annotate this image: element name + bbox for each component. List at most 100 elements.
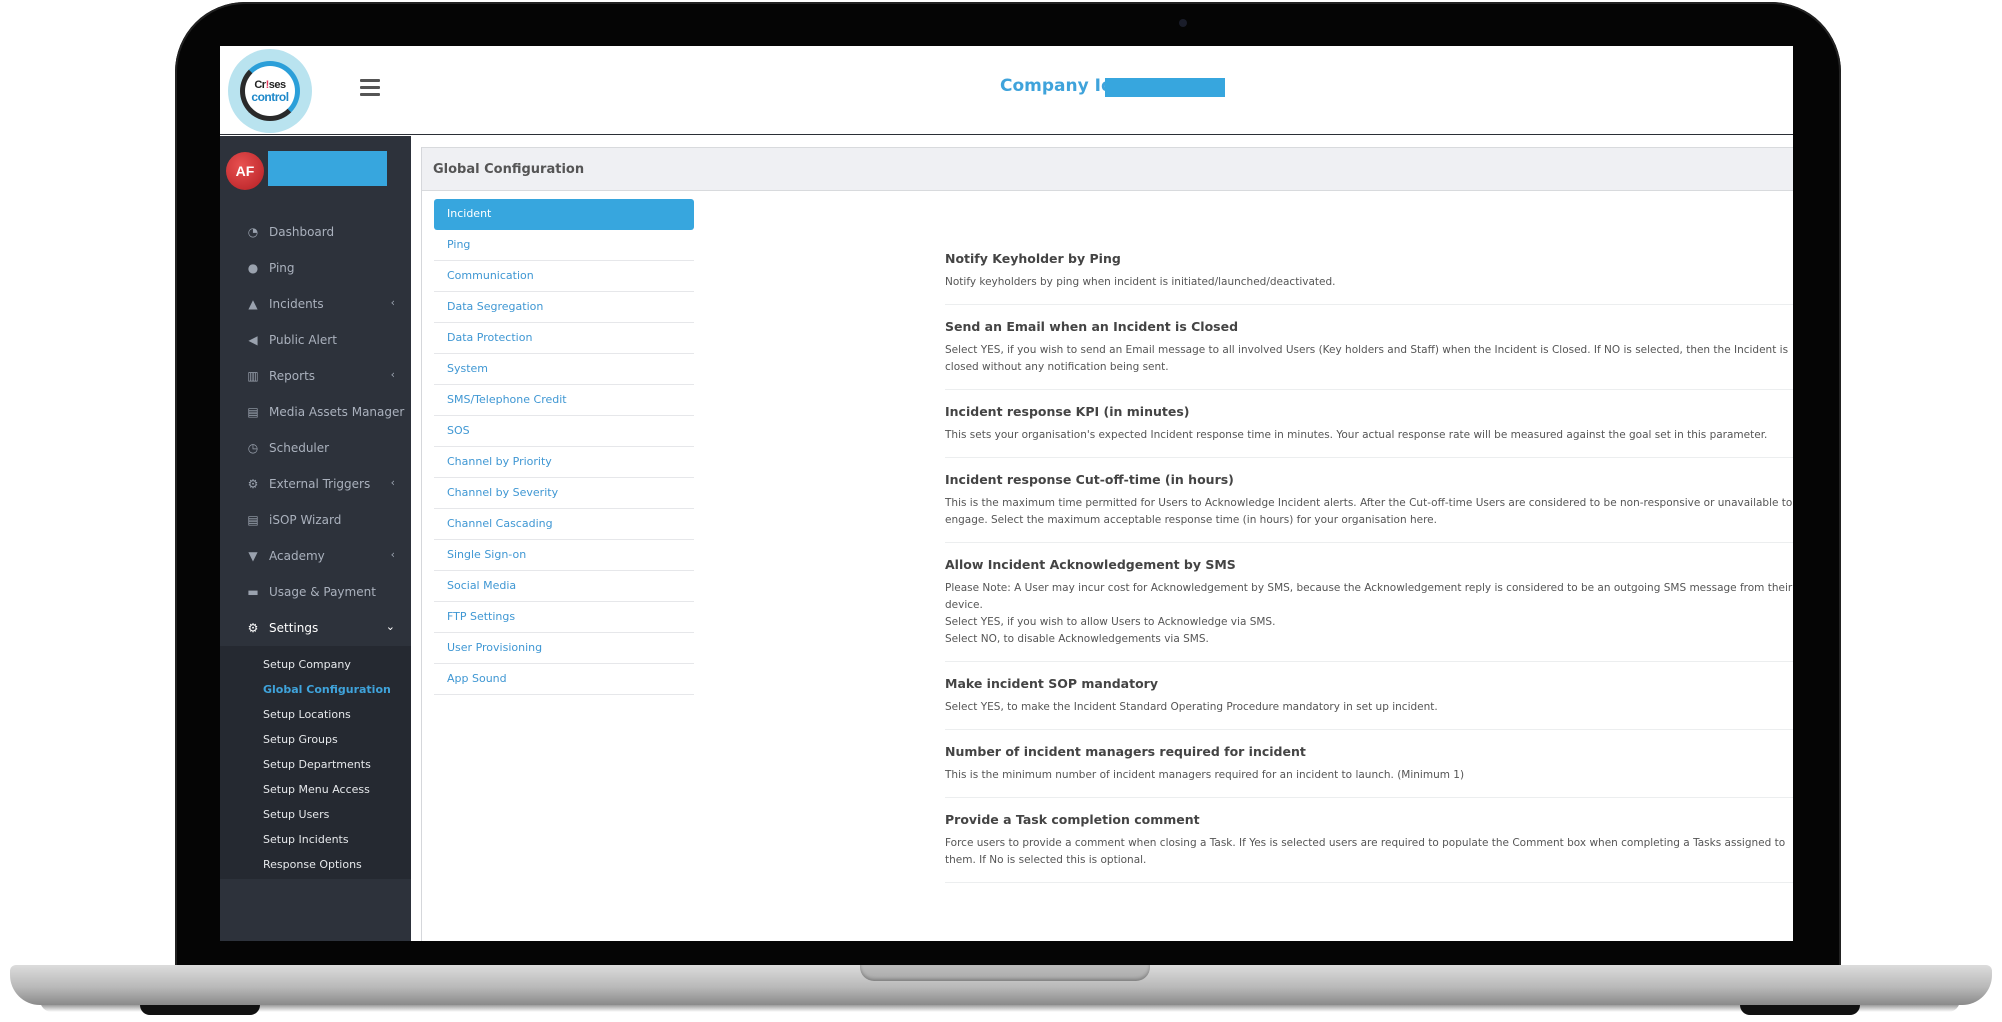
submenu-item-setup-groups[interactable]: Setup Groups <box>220 727 411 752</box>
sidebar-item-label: Ping <box>269 261 295 275</box>
sidebar-item-reports[interactable]: ▥ Reports ‹ <box>220 358 411 394</box>
sidebar-item-usage-payment[interactable]: ▬ Usage & Payment <box>220 574 411 610</box>
sidebar-item-ping[interactable]: ● Ping <box>220 250 411 286</box>
config-category-menu: Incident Ping Communication Data Segregatio… <box>434 199 694 695</box>
sidebar-item-incidents[interactable]: ▲ Incidents ‹ <box>220 286 411 322</box>
setting-description-line: This is the maximum time permitted for U… <box>945 497 1793 526</box>
sidebar-item-label: Settings <box>269 621 319 635</box>
company-id-value-redacted <box>1105 78 1225 97</box>
config-tab-app-sound[interactable]: App Sound <box>434 664 694 695</box>
user-avatar[interactable]: AF <box>226 152 264 190</box>
sidebar-item-isop-wizard[interactable]: ▤ iSOP Wizard <box>220 502 411 538</box>
graduation-cap-icon: ▼ <box>248 549 258 563</box>
sidebar-item-public-alert[interactable]: ◀ Public Alert <box>220 322 411 358</box>
panel-title: Global Configuration <box>422 147 1793 191</box>
megaphone-icon: ◀ <box>248 333 258 347</box>
chevron-left-icon[interactable]: ‹ <box>391 476 395 489</box>
config-tab-sos[interactable]: SOS <box>434 416 694 447</box>
sidebar-item-dashboard[interactable]: ◔ Dashboard <box>220 214 411 250</box>
submenu-item-setup-incidents[interactable]: Setup Incidents <box>220 827 411 852</box>
submenu-item-setup-locations[interactable]: Setup Locations <box>220 702 411 727</box>
config-tab-communication[interactable]: Communication <box>434 261 694 292</box>
sidebar-item-label: Media Assets Manager <box>269 405 405 419</box>
list-icon: ▤ <box>247 513 259 527</box>
setting-title: Allow Incident Acknowledgement by SMS <box>945 557 1236 572</box>
logo-badge: Cr!ses control <box>240 61 300 121</box>
config-tab-ftp-settings[interactable]: FTP Settings <box>434 602 694 633</box>
config-tab-single-sign-on[interactable]: Single Sign-on <box>434 540 694 571</box>
sidebar-item-label: iSOP Wizard <box>269 513 342 527</box>
setting-title: Incident response Cut-off-time (in hours… <box>945 472 1234 487</box>
top-header: Cr!ses control Company Id: <box>220 46 1793 135</box>
config-tab-system[interactable]: System <box>434 354 694 385</box>
comments-icon: ● <box>247 261 259 275</box>
sidebar-item-settings[interactable]: ⚙ Settings ⌄ <box>220 610 411 646</box>
laptop-foot <box>1740 1005 1860 1015</box>
setting-description-line: Select YES, if you wish to send an Email… <box>945 344 1789 373</box>
sidebar-item-label: Incidents <box>269 297 324 311</box>
laptop-mockup: Cr!ses control Company Id: AF ◔ Dashboard… <box>0 0 2002 1022</box>
submenu-item-setup-departments[interactable]: Setup Departments <box>220 752 411 777</box>
config-tab-channel-by-severity[interactable]: Channel by Severity <box>434 478 694 509</box>
dashboard-icon: ◔ <box>247 225 259 239</box>
sidebar-item-scheduler[interactable]: ◷ Scheduler <box>220 430 411 466</box>
laptop-notch <box>860 965 1150 981</box>
hamburger-menu-icon[interactable] <box>360 79 380 97</box>
config-tab-channel-cascading[interactable]: Channel Cascading <box>434 509 694 540</box>
setting-row: Incident response KPI (in minutes) This s… <box>945 390 1793 458</box>
config-tab-incident[interactable]: Incident <box>434 199 694 230</box>
clock-icon: ◷ <box>247 441 259 455</box>
setting-description: This sets your organisation's expected I… <box>945 427 1793 444</box>
crises-control-logo[interactable]: Cr!ses control <box>228 49 312 133</box>
setting-description-line: Please Note: A User may incur cost for A… <box>945 582 1793 611</box>
logo-text-line2: control <box>251 89 289 104</box>
config-tab-data-segregation[interactable]: Data Segregation <box>434 292 694 323</box>
company-id-label: Company Id: <box>1000 76 1120 96</box>
camera-icon <box>1179 19 1187 27</box>
sidebar-item-label: Dashboard <box>269 225 335 239</box>
setting-title: Send an Email when an Incident is Closed <box>945 319 1239 334</box>
submenu-item-setup-company[interactable]: Setup Company <box>220 652 411 677</box>
submenu-item-global-configuration[interactable]: Global Configuration <box>220 677 411 702</box>
sidebar-item-external-triggers[interactable]: ⚙ External Triggers ‹ <box>220 466 411 502</box>
sidebar-item-media-assets-manager[interactable]: ▤ Media Assets Manager <box>220 394 411 430</box>
setting-row: Notify Keyholder by Ping Notify keyholder… <box>945 237 1793 305</box>
setting-title: Notify Keyholder by Ping <box>945 251 1121 266</box>
config-tab-channel-by-priority[interactable]: Channel by Priority <box>434 447 694 478</box>
submenu-item-setup-users[interactable]: Setup Users <box>220 802 411 827</box>
sidebar-item-label: Academy <box>269 549 325 563</box>
film-icon: ▤ <box>247 405 259 419</box>
chevron-left-icon[interactable]: ‹ <box>391 368 395 381</box>
setting-description: Select YES, to make the Incident Standar… <box>945 699 1793 716</box>
config-tab-social-media[interactable]: Social Media <box>434 571 694 602</box>
config-tab-sms-telephone-credit[interactable]: SMS/Telephone Credit <box>434 385 694 416</box>
setting-row: Send an Email when an Incident is Closed… <box>945 305 1793 390</box>
config-tab-user-provisioning[interactable]: User Provisioning <box>434 633 694 664</box>
credit-card-icon: ▬ <box>247 585 259 599</box>
app-screen: Cr!ses control Company Id: AF ◔ Dashboard… <box>220 46 1793 941</box>
setting-description-line: Select YES, to make the Incident Standar… <box>945 701 1438 713</box>
setting-row: Provide a Task completion comment Force u… <box>945 798 1793 883</box>
setting-description-line: This sets your organisation's expected I… <box>945 429 1768 441</box>
setting-title: Provide a Task completion comment <box>945 812 1200 827</box>
bar-chart-icon: ▥ <box>247 369 259 383</box>
sidebar: AF ◔ Dashboard ● Ping ▲ Incidents ‹ ◀ Public Ale… <box>220 136 411 941</box>
gears-icon: ⚙ <box>247 477 259 491</box>
chevron-left-icon[interactable]: ‹ <box>391 548 395 561</box>
setting-description: This is the minimum number of incident m… <box>945 767 1793 784</box>
setting-row: Incident response Cut-off-time (in hours… <box>945 458 1793 543</box>
submenu-item-setup-menu-access[interactable]: Setup Menu Access <box>220 777 411 802</box>
submenu-item-response-options[interactable]: Response Options <box>220 852 411 877</box>
chevron-down-icon[interactable]: ⌄ <box>386 620 395 633</box>
sidebar-item-label: External Triggers <box>269 477 371 491</box>
setting-row: Number of incident managers required for… <box>945 730 1793 798</box>
setting-title: Number of incident managers required for… <box>945 744 1306 759</box>
setting-row: Allow Incident Acknowledgement by SMS Ple… <box>945 543 1793 662</box>
sidebar-item-academy[interactable]: ▼ Academy ‹ <box>220 538 411 574</box>
settings-submenu: Setup Company Global Configuration Setup L… <box>220 646 411 879</box>
setting-description-line: Select NO, to disable Acknowledgements v… <box>945 633 1209 645</box>
chevron-left-icon[interactable]: ‹ <box>391 296 395 309</box>
config-tab-ping[interactable]: Ping <box>434 230 694 261</box>
config-tab-data-protection[interactable]: Data Protection <box>434 323 694 354</box>
setting-description-line: Select YES, if you wish to allow Users t… <box>945 616 1276 628</box>
